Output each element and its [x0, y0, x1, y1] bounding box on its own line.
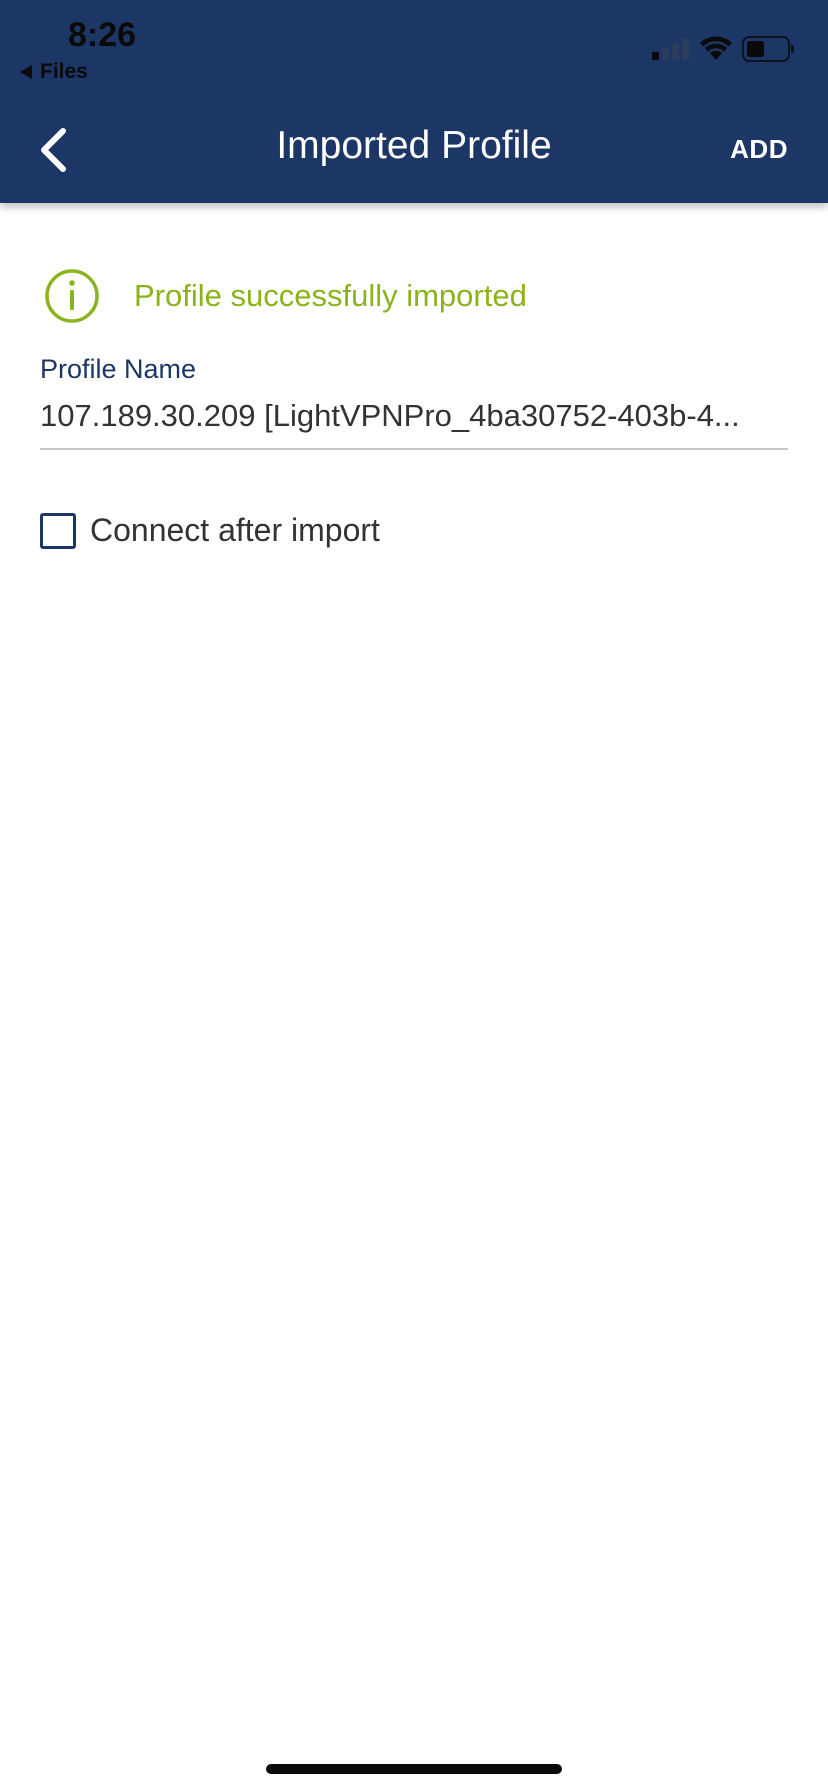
back-to-app-link[interactable]: Files: [20, 60, 88, 84]
profile-name-field[interactable]: 107.189.30.209 [LightVPNPro_4ba30752-403…: [40, 398, 788, 450]
back-triangle-icon: [20, 65, 32, 79]
add-button[interactable]: ADD: [730, 134, 788, 165]
home-indicator[interactable]: [266, 1764, 562, 1774]
screen: 8:26 Files Imported Profile ADD Profile …: [0, 0, 828, 1792]
status-time: 8:26: [68, 16, 137, 54]
import-success-notice: Profile successfully imported: [44, 268, 784, 324]
back-app-label: Files: [40, 60, 88, 83]
cellular-signal-icon: [652, 38, 689, 60]
battery-icon: [742, 36, 794, 62]
connect-after-import-checkbox[interactable]: [40, 512, 76, 549]
profile-name-label: Profile Name: [40, 354, 197, 384]
info-icon: [45, 269, 99, 323]
header: 8:26 Files Imported Profile ADD: [0, 0, 828, 203]
wifi-icon: [700, 36, 732, 60]
connect-after-import-label: Connect after import: [90, 512, 380, 548]
connect-after-import-option[interactable]: Connect after import: [40, 512, 380, 549]
page-title: Imported Profile: [276, 124, 552, 167]
notice-text: Profile successfully imported: [134, 278, 527, 313]
